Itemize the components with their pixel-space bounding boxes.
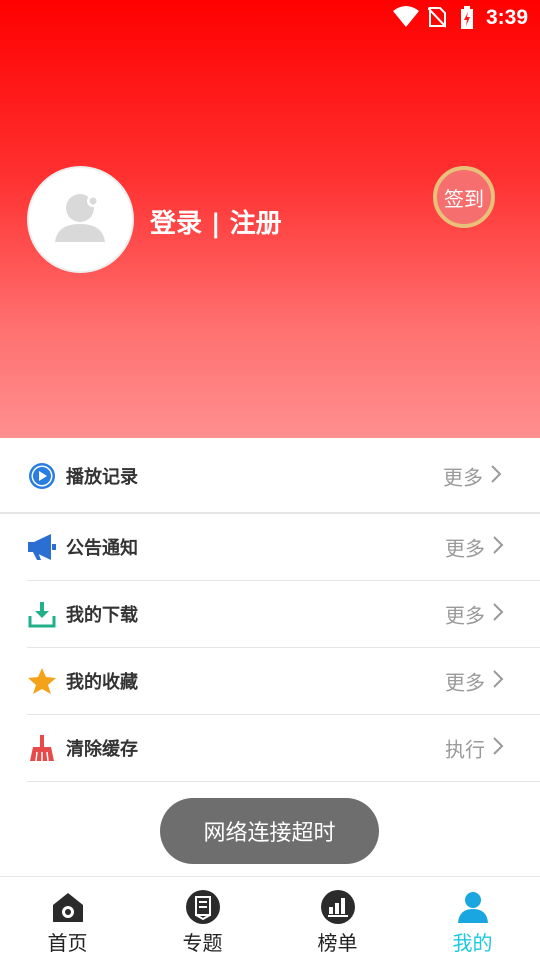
download-icon [27, 599, 57, 629]
tab-rankings[interactable]: 榜单 [270, 877, 405, 960]
bottom-tab-bar: 首页 专题 榜单 我的 [0, 876, 540, 960]
status-bar: 3:39 [0, 0, 540, 36]
menu-row-inner: 播放记录 更多 [27, 438, 540, 514]
menu-item-clear-cache[interactable]: 清除缓存 执行 [27, 715, 540, 782]
user-icon [455, 889, 491, 925]
toast-message: 网络连接超时 [160, 798, 379, 864]
avatar[interactable] [27, 166, 134, 273]
broom-icon [27, 733, 57, 763]
tab-label: 我的 [452, 931, 493, 955]
megaphone-icon [27, 532, 57, 562]
menu-label: 我的收藏 [66, 672, 138, 693]
user-placeholder-icon [53, 192, 109, 248]
tab-label: 榜单 [317, 931, 358, 955]
chevron-right-icon [490, 464, 502, 488]
menu-item-favorites[interactable]: 我的收藏 更多 [27, 648, 540, 715]
menu-item-downloads[interactable]: 我的下载 更多 [27, 581, 540, 648]
play-icon [27, 461, 57, 491]
profile-header: 3:39 登录 | 注册 签到 [0, 0, 540, 438]
status-time: 3:39 [485, 6, 528, 29]
battery-charging-icon [460, 6, 474, 34]
wifi-icon [393, 6, 419, 32]
home-icon [50, 889, 86, 925]
menu-label: 清除缓存 [66, 739, 138, 760]
sign-in-button[interactable]: 签到 [433, 166, 495, 228]
menu-label: 我的下载 [66, 605, 138, 626]
chevron-right-icon [492, 535, 504, 559]
menu-more: 执行 [445, 737, 485, 762]
tab-mine[interactable]: 我的 [405, 877, 540, 960]
login-register-link[interactable]: 登录 | 注册 [150, 203, 282, 240]
menu-more: 更多 [443, 465, 483, 490]
menu-item-announcements[interactable]: 公告通知 更多 [27, 514, 540, 581]
menu-label: 播放记录 [66, 467, 138, 488]
menu-more: 更多 [445, 670, 485, 695]
menu-more: 更多 [445, 536, 485, 561]
chart-icon [320, 889, 356, 925]
tab-home[interactable]: 首页 [0, 877, 135, 960]
chevron-right-icon [492, 736, 504, 760]
star-icon [27, 666, 57, 696]
topic-icon [185, 889, 221, 925]
tab-label: 专题 [182, 931, 223, 955]
tab-label: 首页 [47, 931, 88, 955]
tab-topics[interactable]: 专题 [135, 877, 270, 960]
menu-label: 公告通知 [66, 538, 138, 559]
menu-more: 更多 [445, 603, 485, 628]
chevron-right-icon [492, 602, 504, 626]
no-sim-icon [427, 6, 447, 32]
chevron-right-icon [492, 669, 504, 693]
menu-item-play-history[interactable]: 播放记录 更多 [0, 438, 540, 514]
